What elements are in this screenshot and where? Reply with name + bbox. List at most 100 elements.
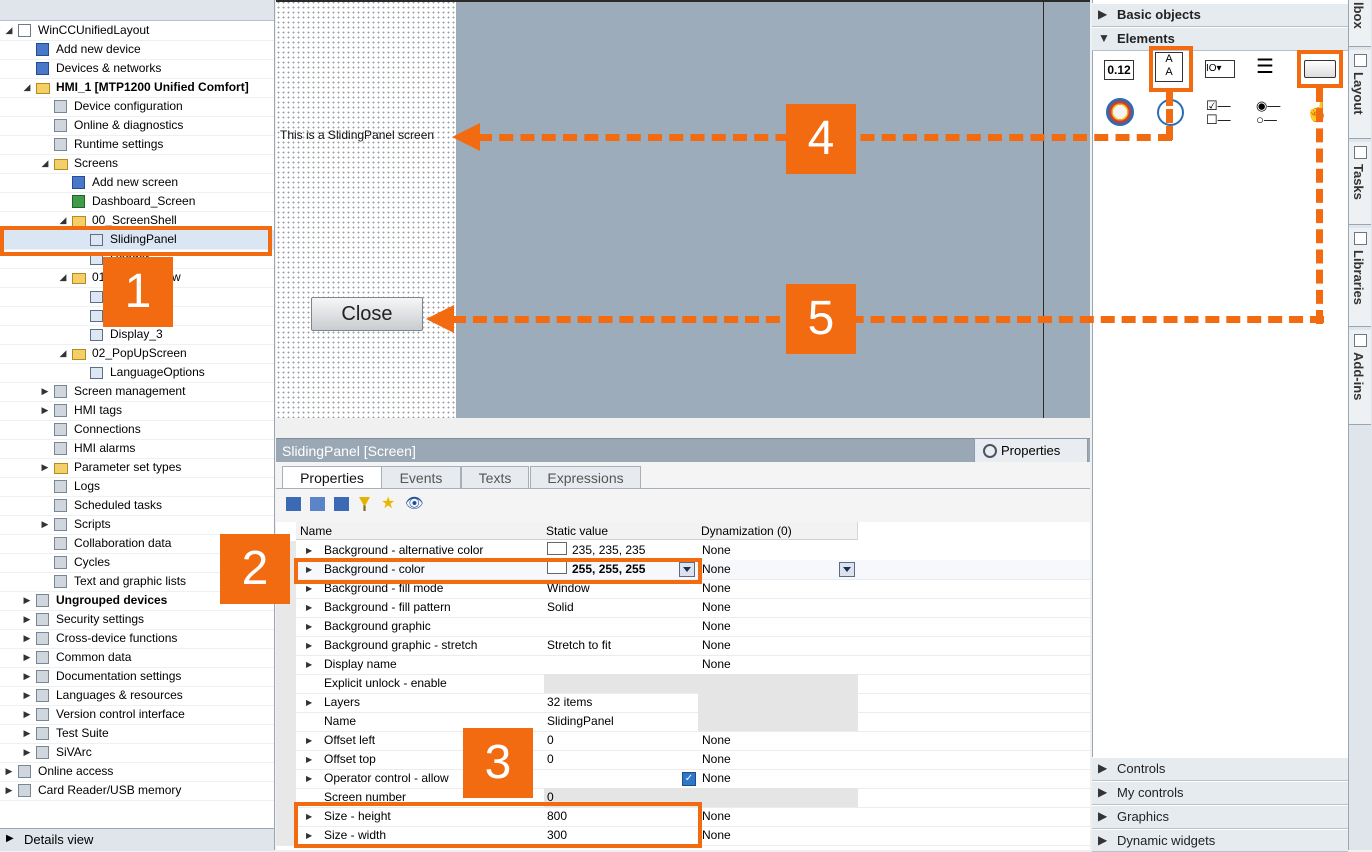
- property-dynamization[interactable]: None: [702, 560, 731, 579]
- property-row[interactable]: ▶ Display name None: [276, 655, 1090, 675]
- collapse-arrow-icon[interactable]: ◢: [22, 78, 32, 97]
- tree-item[interactable]: ▶ Security settings: [0, 610, 274, 630]
- property-dynamization[interactable]: None: [702, 731, 731, 750]
- sliding-panel-canvas[interactable]: [276, 0, 456, 418]
- property-static-value[interactable]: Solid: [547, 598, 574, 617]
- tree-item[interactable]: ◢ HMI_1 [MTP1200 Unified Comfort]: [0, 78, 274, 98]
- properties-tab-top[interactable]: Properties: [974, 438, 1088, 464]
- property-static-value[interactable]: 0: [547, 750, 554, 769]
- tree-item[interactable]: ◢ WinCCUnifiedLayout: [0, 21, 274, 41]
- property-row[interactable]: ▶ Background - fill pattern Solid None: [276, 598, 1090, 618]
- tree-item[interactable]: LanguageOptions: [0, 363, 274, 383]
- expand-arrow-icon[interactable]: ▶: [306, 636, 312, 655]
- expand-arrow-icon[interactable]: ▶: [306, 750, 312, 769]
- property-dynamization[interactable]: None: [702, 617, 731, 636]
- expand-arrow-icon[interactable]: ▶: [22, 724, 32, 743]
- elements-header[interactable]: ▼ Elements: [1092, 27, 1348, 51]
- side-tab-add-ins[interactable]: Add-ins: [1349, 330, 1371, 425]
- property-static-value[interactable]: Stretch to fit: [547, 636, 611, 655]
- tab-properties[interactable]: Properties: [282, 466, 382, 489]
- tree-item[interactable]: ▶ Common data: [0, 648, 274, 668]
- collapse-arrow-icon[interactable]: ◢: [58, 268, 68, 287]
- tree-item[interactable]: Dashboard_Screen: [0, 192, 274, 212]
- expand-arrow-icon[interactable]: ▶: [22, 686, 32, 705]
- expand-arrow-icon[interactable]: ▶: [22, 743, 32, 762]
- property-dynamization[interactable]: None: [702, 655, 731, 674]
- property-dynamization[interactable]: None: [702, 598, 731, 617]
- sort-alphabetically-icon[interactable]: [334, 497, 349, 511]
- side-tab-tasks[interactable]: Tasks: [1349, 142, 1371, 225]
- close-button[interactable]: Close: [311, 297, 423, 331]
- tree-item[interactable]: ◢ 02_PopUpScreen: [0, 344, 274, 364]
- property-row[interactable]: ▶ Background graphic None: [276, 617, 1090, 637]
- tree-item[interactable]: ▶ Version control interface: [0, 705, 274, 725]
- tab-events[interactable]: Events: [381, 466, 461, 489]
- column-header-dynamization[interactable]: Dynamization (0): [697, 522, 858, 540]
- property-dynamization[interactable]: None: [702, 826, 731, 845]
- favorites-icon[interactable]: ★: [381, 496, 396, 512]
- expand-arrow-icon[interactable]: ▶: [306, 655, 312, 674]
- controls-header[interactable]: ▶ Controls: [1092, 757, 1348, 781]
- expand-arrow-icon[interactable]: ▶: [22, 610, 32, 629]
- panel-text-label[interactable]: This is a SlidingPanel screen: [280, 128, 434, 142]
- show-categories-icon[interactable]: [286, 497, 301, 511]
- tree-item[interactable]: Display_3: [0, 325, 274, 345]
- symbolic-io-field-icon[interactable]: IO▾: [1205, 60, 1235, 78]
- tree-item[interactable]: Connections: [0, 420, 274, 440]
- expand-arrow-icon[interactable]: ▶: [40, 458, 50, 477]
- gauge-icon[interactable]: [1106, 98, 1134, 126]
- property-dynamization[interactable]: None: [702, 541, 731, 560]
- my-controls-header[interactable]: ▶ My controls: [1092, 781, 1348, 805]
- tree-item[interactable]: ▶ Online access: [0, 762, 274, 782]
- tree-item[interactable]: ▶ Scripts: [0, 515, 274, 535]
- checkbox-icon[interactable]: ☑― ☐―: [1206, 99, 1234, 127]
- expand-arrow-icon[interactable]: ▶: [22, 591, 32, 610]
- property-row[interactable]: Name SlidingPanel: [276, 712, 1090, 732]
- expand-arrow-icon[interactable]: ▶: [306, 617, 312, 636]
- color-swatch[interactable]: [547, 542, 567, 555]
- property-static-value[interactable]: SlidingPanel: [547, 712, 614, 731]
- tree-item[interactable]: ▶ Cross-device functions: [0, 629, 274, 649]
- property-row[interactable]: ▶ Offset top 0 None: [276, 750, 1090, 770]
- tree-item[interactable]: Runtime settings: [0, 135, 274, 155]
- tree-item[interactable]: Logs: [0, 477, 274, 497]
- tree-item[interactable]: Add new device: [0, 40, 274, 60]
- tree-item[interactable]: ▶ Documentation settings: [0, 667, 274, 687]
- property-row[interactable]: ▶ Layers 32 items: [276, 693, 1090, 713]
- collapse-arrow-icon[interactable]: ◢: [4, 21, 14, 40]
- tree-item[interactable]: ▶ HMI tags: [0, 401, 274, 421]
- property-dynamization[interactable]: None: [702, 769, 731, 788]
- expand-arrow-icon[interactable]: ▶: [306, 769, 312, 788]
- property-static-value[interactable]: 32 items: [547, 693, 592, 712]
- expand-arrow-icon[interactable]: ▶: [306, 693, 312, 712]
- radio-button-icon[interactable]: ◉― ○―: [1256, 99, 1284, 127]
- tree-item[interactable]: Add new screen: [0, 173, 274, 193]
- graphics-header[interactable]: ▶ Graphics: [1092, 805, 1348, 829]
- property-row[interactable]: ▶ Operator control - allow ✓ None: [276, 769, 1090, 789]
- tree-item[interactable]: HMI alarms: [0, 439, 274, 459]
- tree-item[interactable]: ▶ Card Reader/USB memory: [0, 781, 274, 801]
- column-header-name[interactable]: Name: [296, 522, 544, 540]
- expand-arrow-icon[interactable]: ▶: [40, 401, 50, 420]
- property-dynamization[interactable]: None: [702, 579, 731, 598]
- expand-arrow-icon[interactable]: ▶: [22, 629, 32, 648]
- tree-item[interactable]: ▶ Screen management: [0, 382, 274, 402]
- property-row[interactable]: ▶ Offset left 0 None: [276, 731, 1090, 751]
- column-header-static-value[interactable]: Static value: [542, 522, 698, 540]
- expand-arrow-icon[interactable]: ▶: [306, 731, 312, 750]
- show-groups-icon[interactable]: [310, 497, 325, 511]
- dropdown-arrow-icon[interactable]: [839, 562, 855, 577]
- tab-expressions[interactable]: Expressions: [530, 466, 641, 489]
- tree-item[interactable]: ◢ Screens: [0, 154, 274, 174]
- side-tab-libraries[interactable]: Libraries: [1349, 228, 1371, 327]
- property-row[interactable]: Explicit unlock - enable: [276, 674, 1090, 694]
- tree-item[interactable]: ▶ Languages & resources: [0, 686, 274, 706]
- tree-item[interactable]: Online & diagnostics: [0, 116, 274, 136]
- list-box-icon[interactable]: ☰: [1256, 55, 1282, 81]
- collapse-arrow-icon[interactable]: ◢: [58, 344, 68, 363]
- expand-arrow-icon[interactable]: ▶: [22, 667, 32, 686]
- property-dynamization[interactable]: None: [702, 636, 731, 655]
- collapse-arrow-icon[interactable]: ◢: [40, 154, 50, 173]
- tree-item[interactable]: Devices & networks: [0, 59, 274, 79]
- tree-item[interactable]: ▶ Test Suite: [0, 724, 274, 744]
